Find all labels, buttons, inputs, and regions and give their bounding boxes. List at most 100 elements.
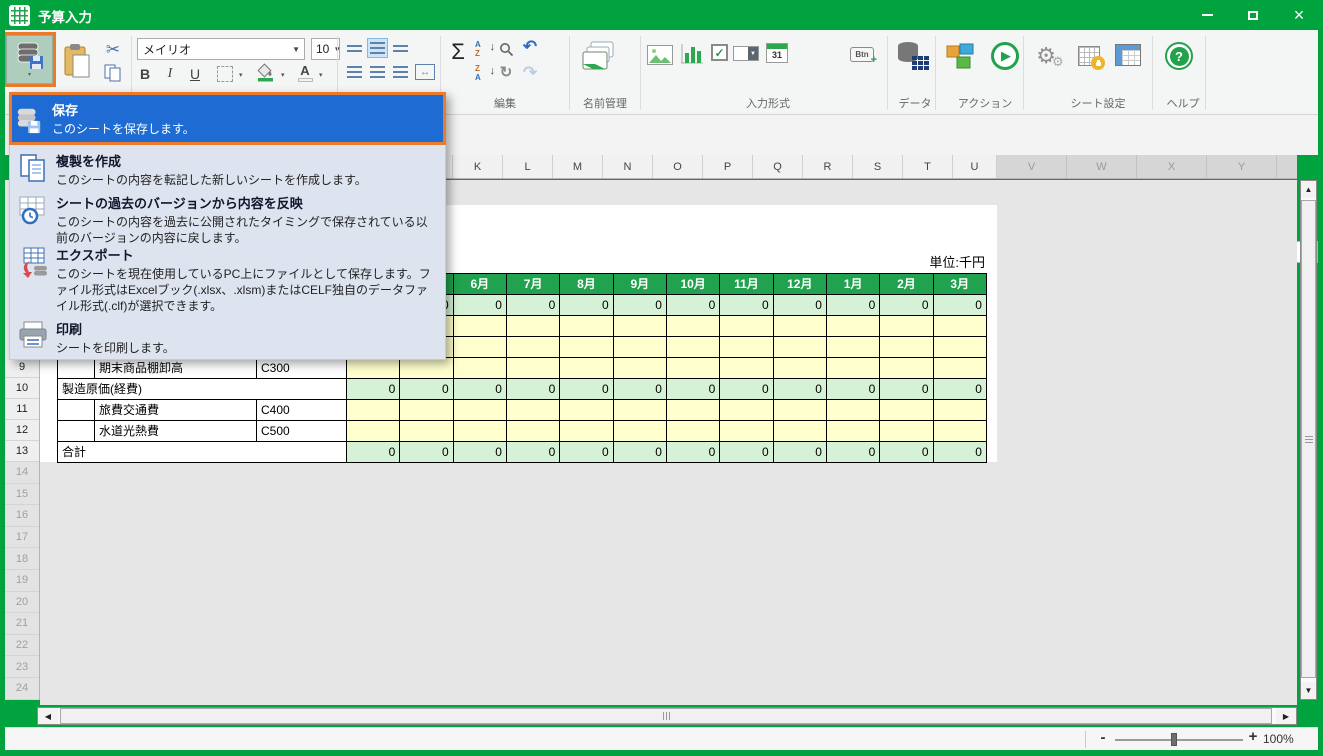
- cell[interactable]: [454, 316, 507, 337]
- cell[interactable]: [347, 400, 400, 421]
- cell[interactable]: 0: [827, 442, 880, 463]
- cell[interactable]: [614, 358, 667, 379]
- column-header[interactable]: U: [953, 155, 997, 178]
- cell[interactable]: [880, 358, 933, 379]
- cell[interactable]: [934, 337, 987, 358]
- cell[interactable]: 0: [667, 295, 720, 316]
- column-header-out[interactable]: Y: [1207, 155, 1277, 178]
- cell[interactable]: 0: [347, 442, 400, 463]
- run-action-button[interactable]: ▶: [991, 42, 1019, 70]
- cell[interactable]: [560, 400, 613, 421]
- cell[interactable]: 0: [400, 442, 453, 463]
- cell[interactable]: [880, 337, 933, 358]
- row-label-cell[interactable]: 期末商品棚卸高: [95, 358, 257, 379]
- copy-button[interactable]: [100, 63, 126, 83]
- cell[interactable]: 0: [774, 442, 827, 463]
- row-header[interactable]: 10: [5, 378, 39, 399]
- search-button[interactable]: [497, 40, 515, 58]
- cell[interactable]: [400, 421, 453, 442]
- minimize-button[interactable]: [1184, 0, 1230, 30]
- align-right-button[interactable]: [390, 62, 411, 82]
- month-header[interactable]: 12月: [774, 274, 827, 295]
- align-top-button[interactable]: [344, 38, 365, 58]
- cell[interactable]: 0: [560, 379, 613, 400]
- cell[interactable]: [614, 337, 667, 358]
- scroll-left-button[interactable]: ◀: [38, 708, 58, 724]
- cell[interactable]: 0: [827, 295, 880, 316]
- button-input-button[interactable]: Btn +: [848, 44, 876, 64]
- chevron-down-icon[interactable]: ▾: [281, 71, 285, 79]
- freeze-panes-button[interactable]: [1113, 42, 1143, 68]
- row-header[interactable]: 16: [5, 505, 39, 527]
- cell[interactable]: [667, 358, 720, 379]
- column-header[interactable]: L: [503, 155, 553, 178]
- code-cell[interactable]: C500: [257, 421, 347, 442]
- cell[interactable]: [827, 337, 880, 358]
- row-label-cell[interactable]: 製造原価(経費): [58, 379, 347, 400]
- row-header[interactable]: 22: [5, 635, 39, 657]
- cell[interactable]: [560, 421, 613, 442]
- code-cell[interactable]: C300: [257, 358, 347, 379]
- column-header-out[interactable]: X: [1137, 155, 1207, 178]
- cell[interactable]: 0: [560, 295, 613, 316]
- row-header[interactable]: 15: [5, 484, 39, 506]
- chevron-down-icon[interactable]: ▾: [319, 71, 323, 79]
- protect-sheet-button[interactable]: [1073, 42, 1105, 70]
- cell[interactable]: [934, 400, 987, 421]
- cell[interactable]: [880, 421, 933, 442]
- name-management-button[interactable]: [580, 38, 618, 76]
- checkbox-input-button[interactable]: ✓: [711, 44, 728, 61]
- align-left-button[interactable]: [344, 62, 365, 82]
- cell[interactable]: [827, 358, 880, 379]
- cell[interactable]: 0: [667, 379, 720, 400]
- cell[interactable]: [827, 400, 880, 421]
- indent-cell[interactable]: [58, 358, 95, 379]
- cell[interactable]: [934, 421, 987, 442]
- cell[interactable]: [507, 337, 560, 358]
- row-header[interactable]: 19: [5, 570, 39, 592]
- cell[interactable]: 0: [454, 295, 507, 316]
- menu-item-print[interactable]: 印刷 シートを印刷します。: [16, 319, 440, 356]
- scroll-right-button[interactable]: ▶: [1276, 708, 1296, 724]
- cell[interactable]: 0: [720, 442, 773, 463]
- horizontal-scroll-thumb[interactable]: [60, 708, 1272, 724]
- cell[interactable]: 0: [507, 295, 560, 316]
- zoom-slider-thumb[interactable]: [1171, 733, 1177, 746]
- cell[interactable]: 0: [614, 379, 667, 400]
- column-header[interactable]: N: [603, 155, 653, 178]
- zoom-out-button[interactable]: -: [1095, 729, 1111, 749]
- horizontal-scrollbar[interactable]: ◀ ▶: [37, 707, 1297, 725]
- align-bottom-button[interactable]: [390, 38, 411, 58]
- align-center-button[interactable]: [367, 62, 388, 82]
- row-header[interactable]: 23: [5, 656, 39, 678]
- month-header[interactable]: 10月: [667, 274, 720, 295]
- row-header[interactable]: 17: [5, 527, 39, 549]
- cell[interactable]: 0: [347, 379, 400, 400]
- cell[interactable]: [347, 358, 400, 379]
- help-button[interactable]: ?: [1165, 42, 1193, 70]
- cell[interactable]: 0: [720, 379, 773, 400]
- cell[interactable]: [720, 400, 773, 421]
- cell[interactable]: [827, 316, 880, 337]
- cell[interactable]: 0: [614, 442, 667, 463]
- column-header-out[interactable]: [1277, 155, 1297, 178]
- image-input-button[interactable]: [646, 44, 674, 66]
- cell[interactable]: 0: [934, 379, 987, 400]
- cell[interactable]: [507, 358, 560, 379]
- cell[interactable]: [774, 358, 827, 379]
- paste-button[interactable]: [60, 38, 96, 88]
- maximize-button[interactable]: [1230, 0, 1276, 30]
- cell[interactable]: [347, 421, 400, 442]
- cell[interactable]: [614, 421, 667, 442]
- sheet-options-button[interactable]: ⚙ ⚙: [1033, 40, 1067, 72]
- cell[interactable]: [560, 358, 613, 379]
- scroll-up-button[interactable]: ▲: [1301, 181, 1316, 198]
- save-menu-button-highlighted[interactable]: ▾: [3, 32, 56, 87]
- month-header[interactable]: 1月: [827, 274, 880, 295]
- redo-button[interactable]: ↷: [520, 62, 540, 84]
- column-header[interactable]: K: [453, 155, 503, 178]
- chevron-down-icon[interactable]: ▾: [239, 71, 243, 79]
- zoom-slider-track[interactable]: [1115, 739, 1243, 741]
- column-header[interactable]: Q: [753, 155, 803, 178]
- undo-button[interactable]: ↶: [520, 36, 540, 58]
